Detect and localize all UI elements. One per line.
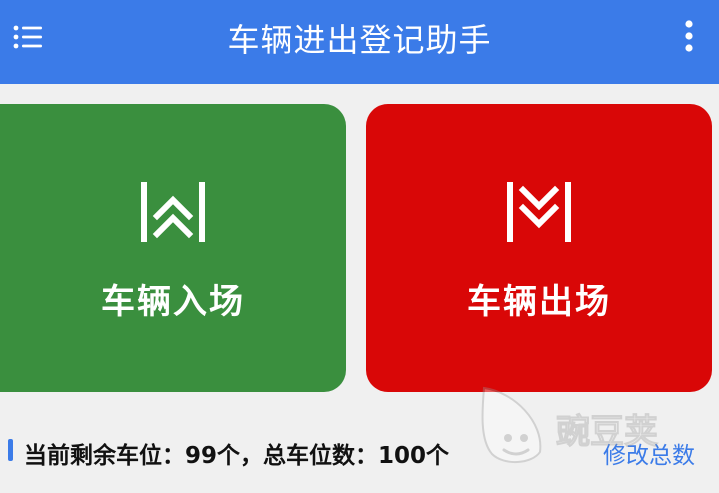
exit-label: 车辆出场 [467, 282, 611, 322]
entry-label: 车辆入场 [101, 282, 245, 322]
double-chevron-up-icon [137, 180, 209, 244]
vehicle-exit-button[interactable]: 车辆出场 [366, 104, 712, 392]
status-accent-bar [8, 439, 13, 461]
app-header: 车辆进出登记助手 [0, 0, 719, 84]
double-chevron-down-icon [503, 180, 575, 244]
edit-total-link[interactable]: 修改总数 [603, 436, 695, 470]
parking-status-row: 当前剩余车位：99个，总车位数：100个 修改总数 [0, 430, 719, 470]
page-title: 车辆进出登记助手 [227, 21, 492, 59]
vertical-dots-icon [685, 20, 693, 52]
more-options-button[interactable] [677, 14, 701, 62]
app-screen: 车辆进出登记助手 车辆入场 车辆出场 当前剩余车位：99个，总车位数：100个 … [0, 0, 719, 493]
parking-status-text: 当前剩余车位：99个，总车位数：100个 [24, 443, 450, 469]
vehicle-entry-button[interactable]: 车辆入场 [0, 104, 346, 392]
